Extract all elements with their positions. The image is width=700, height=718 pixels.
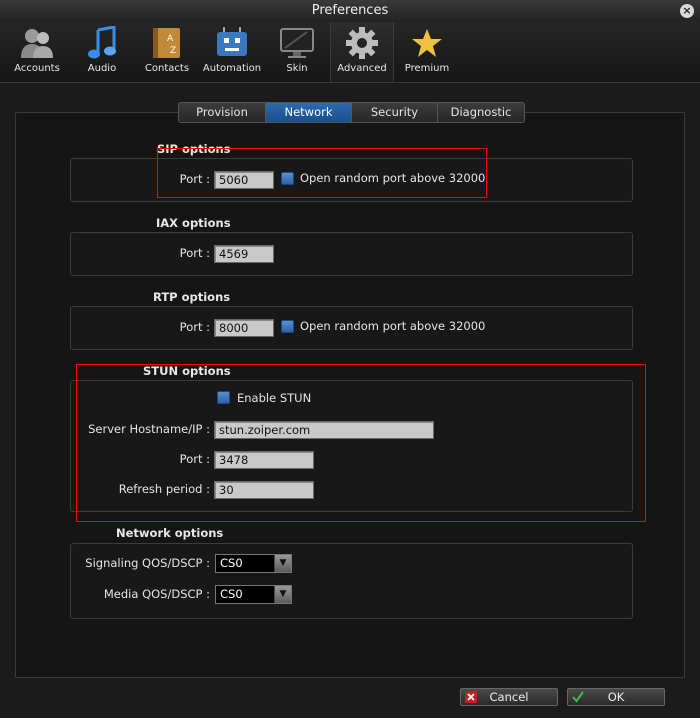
- chevron-down-icon[interactable]: ▼: [274, 586, 291, 603]
- toolbar-label: Automation: [202, 63, 262, 74]
- automation-icon: [217, 27, 247, 56]
- media-qos-value: CS0: [220, 587, 243, 601]
- toolbar-label: Advanced: [337, 63, 387, 74]
- rtp-port-input[interactable]: 8000: [214, 319, 274, 337]
- stun-host-label: Server Hostname/IP :: [88, 422, 210, 436]
- tab-network[interactable]: Network: [266, 103, 352, 122]
- enable-stun-checkbox[interactable]: [217, 391, 230, 404]
- toolbar-label: Contacts: [144, 63, 190, 74]
- cancel-x-icon: [465, 691, 477, 703]
- advanced-icon: [346, 27, 378, 59]
- ok-button-label: OK: [607, 690, 625, 704]
- sip-random-port-checkbox[interactable]: [281, 172, 294, 185]
- network-options-group: [70, 543, 633, 619]
- contacts-icon: A Z: [153, 28, 180, 58]
- premium-icon: [412, 29, 442, 57]
- signaling-qos-label: Signaling QOS/DSCP :: [85, 556, 210, 570]
- svg-text:Z: Z: [170, 46, 176, 56]
- tab-provision[interactable]: Provision: [179, 103, 266, 122]
- sip-port-label: Port :: [179, 172, 210, 186]
- iax-options-title: IAX options: [156, 216, 231, 230]
- toolbar-label: Audio: [87, 63, 117, 74]
- ok-button[interactable]: OK: [567, 688, 665, 706]
- iax-port-label: Port :: [179, 246, 210, 260]
- close-icon[interactable]: ×: [680, 4, 694, 18]
- tab-bar: Provision Network Security Diagnostic: [178, 102, 525, 123]
- stun-host-input[interactable]: stun.zoiper.com: [214, 421, 434, 439]
- rtp-random-port-label: Open random port above 32000: [300, 319, 486, 333]
- rtp-port-label: Port :: [179, 320, 210, 334]
- checkmark-icon: [572, 691, 584, 703]
- toolbar-label: Premium: [404, 63, 450, 74]
- cancel-button[interactable]: Cancel: [460, 688, 558, 706]
- title-bar: Preferences ×: [0, 0, 700, 23]
- stun-port-label: Port :: [179, 452, 210, 466]
- toolbar-premium[interactable]: Premium: [400, 22, 454, 82]
- window-title: Preferences: [311, 3, 389, 18]
- media-qos-select[interactable]: CS0 ▼: [215, 585, 292, 604]
- tab-diagnostic[interactable]: Diagnostic: [438, 103, 524, 122]
- sip-options-title: SIP options: [157, 142, 231, 156]
- toolbar-label: Accounts: [14, 63, 60, 74]
- sip-random-port-label: Open random port above 32000: [300, 171, 486, 185]
- stun-refresh-input[interactable]: 30: [214, 481, 314, 499]
- rtp-options-title: RTP options: [153, 290, 231, 304]
- toolbar-skin[interactable]: Skin: [270, 22, 324, 82]
- toolbar-accounts[interactable]: Accounts: [8, 22, 66, 82]
- chevron-down-icon[interactable]: ▼: [274, 555, 291, 572]
- enable-stun-label: Enable STUN: [237, 391, 312, 405]
- cancel-button-label: Cancel: [489, 690, 529, 704]
- tab-security[interactable]: Security: [352, 103, 438, 122]
- toolbar-automation[interactable]: Automation: [200, 22, 264, 82]
- media-qos-label: Media QOS/DSCP :: [103, 587, 210, 601]
- signaling-qos-value: CS0: [220, 556, 243, 570]
- stun-refresh-label: Refresh period :: [118, 482, 210, 496]
- accounts-icon: [21, 29, 53, 58]
- network-options-title: Network options: [116, 526, 224, 540]
- rtp-random-port-checkbox[interactable]: [281, 320, 294, 333]
- signaling-qos-select[interactable]: CS0 ▼: [215, 554, 292, 573]
- stun-port-input[interactable]: 3478: [214, 451, 314, 469]
- svg-text:A: A: [167, 34, 174, 44]
- toolbar-advanced[interactable]: Advanced: [330, 22, 394, 82]
- sip-port-input[interactable]: 5060: [214, 171, 274, 189]
- stun-options-title: STUN options: [143, 364, 231, 378]
- skin-icon: [280, 28, 314, 58]
- toolbar-contacts[interactable]: A Z Contacts: [138, 22, 196, 82]
- iax-port-input[interactable]: 4569: [214, 245, 274, 263]
- toolbar-label: Skin: [286, 63, 308, 74]
- audio-icon: [88, 26, 116, 59]
- toolbar-audio[interactable]: Audio: [76, 22, 128, 82]
- preferences-toolbar: Accounts Audio A Z Contacts Automation S…: [0, 22, 700, 83]
